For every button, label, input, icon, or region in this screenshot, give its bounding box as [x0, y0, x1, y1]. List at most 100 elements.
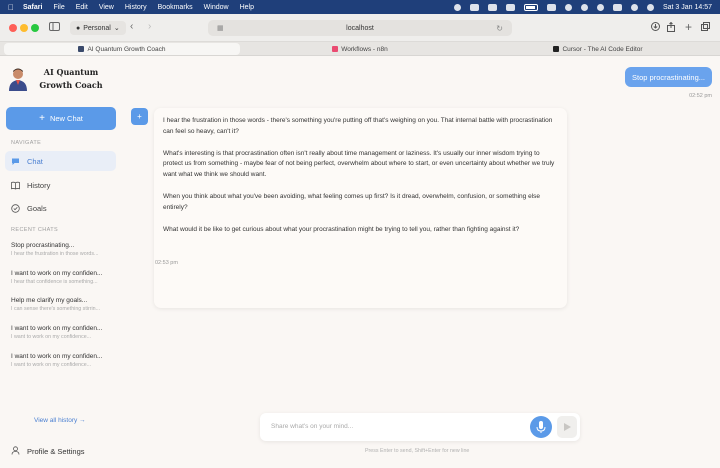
recent-chat-title: Stop procrastinating...: [11, 242, 75, 249]
recent-chat-title: Help me clarify my goals...: [11, 297, 88, 304]
tab-title: Cursor - The AI Code Editor: [562, 45, 643, 53]
sidebar-toggle-icon[interactable]: [49, 22, 60, 34]
control-center-icon[interactable]: [612, 3, 622, 11]
tab-n8n[interactable]: Workflows - n8n: [242, 43, 478, 55]
recent-chat-item[interactable]: I want to work on my confiden... I hear …: [11, 270, 115, 285]
recent-chats-heading: RECENT CHATS: [11, 227, 59, 233]
recent-chat-title: I want to work on my confiden...: [11, 353, 103, 360]
assistant-paragraph: What's interesting is that procrastinati…: [163, 149, 555, 179]
brand-line-2: Growth Coach: [39, 80, 103, 90]
tab-bar: AI Quantum Growth Coach Workflows - n8n …: [0, 42, 720, 56]
tab-overview-icon[interactable]: [701, 22, 710, 34]
page-settings-icon[interactable]: ▦: [217, 24, 224, 32]
n8n-favicon-icon: [332, 46, 339, 52]
profile-label: Personal: [83, 24, 111, 32]
assistant-message-time: 02:53 pm: [155, 260, 178, 266]
recent-chat-snippet: I want to work on my confidence...: [11, 334, 92, 340]
minimize-window-button[interactable]: [20, 24, 28, 32]
nav-label: History: [27, 180, 51, 190]
profile-switcher[interactable]: ● Personal ⌄: [70, 21, 126, 35]
assistant-paragraph: When you think about what you've been av…: [163, 192, 541, 211]
microphone-icon: [536, 421, 546, 433]
recent-chat-snippet: I can sense there's something stirrin...: [11, 306, 101, 312]
nav-item-history[interactable]: History: [5, 175, 116, 195]
coach-avatar-icon: [7, 67, 29, 91]
nav-label: Goals: [27, 203, 47, 213]
tab-title: AI Quantum Growth Coach: [87, 45, 166, 53]
chevron-down-icon: ⌄: [113, 25, 120, 32]
tab-cursor[interactable]: Cursor - The AI Code Editor: [480, 43, 716, 55]
tab-ai-coach[interactable]: AI Quantum Growth Coach: [4, 43, 240, 55]
menu-bar:  Safari File Edit View History Bookmark…: [0, 0, 720, 14]
recent-chat-item[interactable]: I want to work on my confiden... I want …: [11, 353, 115, 368]
chat-bubble-icon: [11, 157, 20, 166]
nav-item-goals[interactable]: Goals: [5, 198, 116, 218]
new-chat-button[interactable]: + New Chat: [6, 107, 116, 130]
nav-item-chat[interactable]: Chat: [5, 151, 116, 171]
zoom-window-button[interactable]: [31, 24, 39, 32]
person-icon: ●: [76, 24, 81, 32]
dnd-icon[interactable]: [564, 3, 572, 11]
plus-icon: +: [137, 112, 142, 121]
menu-clock[interactable]: Sat 3 Jan 14:57: [663, 4, 712, 11]
sidebar: AI Quantum Growth Coach + New Chat NAVIG…: [0, 56, 124, 468]
menu-bookmarks[interactable]: Bookmarks: [158, 4, 193, 11]
user-message: Stop procrastinating...: [625, 67, 712, 87]
recent-chat-title: I want to work on my confiden...: [11, 325, 103, 332]
menu-edit[interactable]: Edit: [76, 4, 88, 11]
cursor-favicon-icon: [553, 46, 560, 52]
menu-view[interactable]: View: [99, 4, 114, 11]
chart-icon[interactable]: [546, 3, 556, 11]
nav-label: Chat: [27, 156, 43, 166]
user-icon[interactable]: [630, 3, 638, 11]
siri-icon[interactable]: [646, 3, 654, 11]
message-composer: Share what's on your mind...: [260, 413, 580, 441]
share-icon[interactable]: [667, 21, 675, 35]
target-icon: [11, 203, 20, 213]
recent-chat-item[interactable]: I want to work on my confiden... I want …: [11, 325, 115, 340]
search-icon[interactable]: [596, 3, 604, 11]
battery-icon[interactable]: [523, 3, 538, 11]
app-favicon-icon: [78, 46, 85, 52]
message-input[interactable]: Share what's on your mind...: [271, 423, 353, 430]
menu-help[interactable]: Help: [240, 4, 254, 11]
url-text: localhost: [346, 24, 374, 32]
profile-settings-button[interactable]: Profile & Settings: [11, 446, 85, 457]
status-app-icon[interactable]: [453, 3, 461, 11]
brand[interactable]: AI Quantum Growth Coach: [7, 66, 107, 92]
assistant-paragraph: I hear the frustration in those words - …: [163, 117, 553, 135]
clipboard-icon[interactable]: [487, 3, 497, 11]
apple-icon[interactable]: : [8, 3, 14, 12]
wifi-icon[interactable]: [580, 3, 588, 11]
collapse-sidebar-button[interactable]: +: [131, 108, 148, 125]
reload-icon[interactable]: ↻: [496, 24, 503, 33]
menu-history[interactable]: History: [125, 4, 147, 11]
view-all-history-link[interactable]: View all history →: [34, 417, 86, 424]
recent-chat-snippet: I hear the frustration in those words...: [11, 251, 99, 257]
send-button[interactable]: [557, 416, 577, 438]
assistant-message: I hear the frustration in those words - …: [154, 108, 567, 308]
menu-window[interactable]: Window: [204, 4, 229, 11]
microphone-button[interactable]: [530, 416, 552, 438]
browser-toolbar: ● Personal ⌄ ‹ › ▦ localhost ↻ +: [0, 14, 720, 42]
user-message-time: 02:52 pm: [689, 93, 712, 99]
menu-file[interactable]: File: [53, 4, 64, 11]
cloud-icon[interactable]: [469, 3, 479, 11]
navigate-heading: NAVIGATE: [11, 140, 42, 146]
composer-hint: Press Enter to send, Shift+Enter for new…: [365, 448, 470, 454]
recent-chat-snippet: I want to work on my confidence...: [11, 362, 92, 368]
close-window-button[interactable]: [9, 24, 17, 32]
recent-chat-title: I want to work on my confiden...: [11, 270, 103, 277]
send-icon: [564, 423, 571, 431]
forward-icon[interactable]: ›: [148, 21, 151, 32]
app-root: AI Quantum Growth Coach + New Chat NAVIG…: [0, 56, 720, 468]
new-tab-icon[interactable]: +: [685, 20, 692, 34]
recent-chat-item[interactable]: Help me clarify my goals... I can sense …: [11, 297, 115, 312]
recent-chat-item[interactable]: Stop procrastinating... I hear the frust…: [11, 242, 115, 257]
assistant-paragraph: What would it be like to get curious abo…: [163, 225, 520, 233]
tools-icon[interactable]: [505, 3, 515, 11]
back-icon[interactable]: ‹: [130, 21, 133, 32]
address-bar[interactable]: ▦ localhost ↻: [208, 20, 512, 36]
downloads-icon[interactable]: [651, 22, 660, 34]
menu-app-name[interactable]: Safari: [23, 4, 42, 11]
